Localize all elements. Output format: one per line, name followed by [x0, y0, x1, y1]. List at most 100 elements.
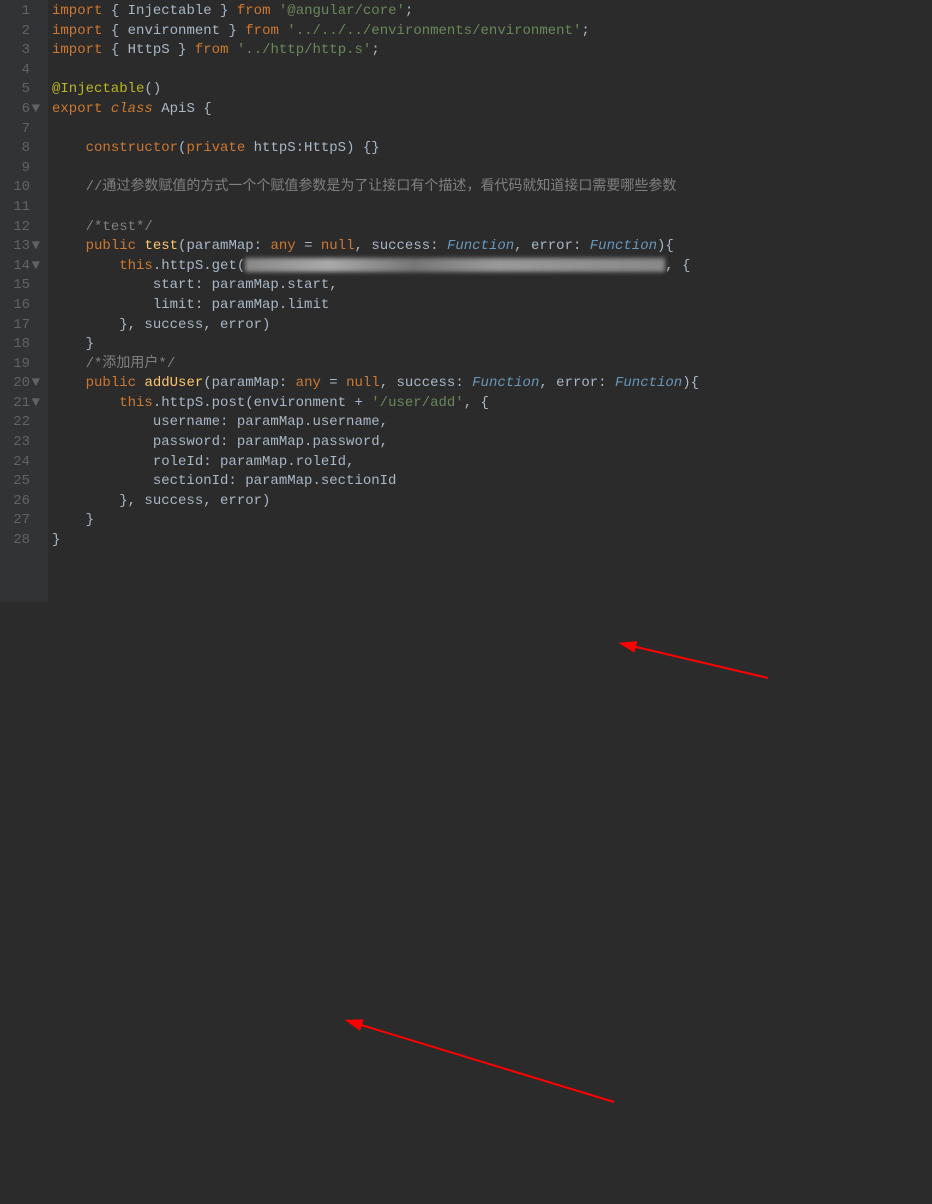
code-line[interactable]: } [48, 511, 932, 531]
fold-marker[interactable]: ▼ [30, 237, 40, 257]
fold-marker[interactable]: ▼ [30, 257, 40, 277]
code-line[interactable]: username: paramMap.username, [48, 413, 932, 433]
line-number-text: 12 [13, 219, 30, 235]
code-token: () [144, 81, 161, 97]
fold-marker[interactable]: ▼ [30, 374, 40, 394]
code-token: ApiS [161, 101, 195, 117]
code-line[interactable]: } [48, 335, 932, 355]
code-line[interactable]: } [48, 531, 932, 551]
code-line[interactable]: //通过参数赋值的方式一个个赋值参数是为了让接口有个描述，看代码就知道接口需要哪… [48, 178, 932, 198]
line-number-text: 15 [13, 277, 30, 293]
code-token: Function [472, 375, 539, 391]
line-number: 6▼ [12, 100, 40, 120]
line-number-text: 25 [13, 473, 30, 489]
line-number-text: 8 [22, 140, 30, 156]
code-token: password: paramMap.password, [52, 434, 388, 450]
code-token: '@angular/core' [279, 3, 405, 19]
code-token: class [111, 101, 153, 117]
line-number: 18 [12, 335, 40, 355]
code-token: public [86, 375, 136, 391]
code-token [153, 101, 161, 117]
code-token: Injectable [128, 3, 212, 19]
line-number: 23 [12, 433, 40, 453]
code-line[interactable]: public test(paramMap: any = null, succes… [48, 237, 932, 257]
code-line[interactable]: export class ApiS { [48, 100, 932, 120]
code-area[interactable]: import { Injectable } from '@angular/cor… [48, 0, 932, 602]
code-token: @Injectable [52, 81, 144, 97]
fold-marker[interactable]: ▼ [30, 394, 40, 414]
code-line[interactable]: public addUser(paramMap: any = null, suc… [48, 374, 932, 394]
code-token: }, success, error) [52, 493, 270, 509]
code-token: null [321, 238, 355, 254]
line-number-text: 14 [13, 258, 30, 274]
code-line[interactable] [48, 61, 932, 81]
code-token: , { [665, 258, 690, 274]
line-number-text: 6 [22, 101, 30, 117]
line-number-text: 26 [13, 493, 30, 509]
fold-marker[interactable]: ▼ [30, 100, 40, 120]
code-token: '../../../environments/environment' [287, 23, 581, 39]
line-number-text: 16 [13, 297, 30, 313]
line-number: 28 [12, 531, 40, 551]
code-line[interactable] [48, 198, 932, 218]
line-number: 8 [12, 139, 40, 159]
code-line[interactable]: password: paramMap.password, [48, 433, 932, 453]
line-number-text: 7 [22, 121, 30, 137]
code-token: private [186, 140, 245, 156]
code-token: , success: [355, 238, 447, 254]
code-token [52, 395, 119, 411]
code-token [52, 356, 86, 372]
line-number: 1 [12, 2, 40, 22]
code-line[interactable]: }, success, error) [48, 316, 932, 336]
code-token: constructor [86, 140, 178, 156]
line-number: 22 [12, 413, 40, 433]
code-token: } [220, 23, 245, 39]
code-token: , success: [380, 375, 472, 391]
line-number: 4 [12, 61, 40, 81]
line-number: 15 [12, 276, 40, 296]
code-token: import [52, 42, 102, 58]
code-line[interactable]: import { HttpS } from '../http/http.s'; [48, 41, 932, 61]
code-token: Function [615, 375, 682, 391]
code-token: } [52, 532, 60, 548]
code-token: sectionId: paramMap.sectionId [52, 473, 396, 489]
code-line[interactable]: @Injectable() [48, 80, 932, 100]
code-line[interactable]: /*添加用户*/ [48, 355, 932, 375]
code-line[interactable]: limit: paramMap.limit [48, 296, 932, 316]
code-line[interactable]: }, success, error) [48, 492, 932, 512]
code-line[interactable]: /*test*/ [48, 218, 932, 238]
code-token: } [52, 336, 94, 352]
code-token: export [52, 101, 102, 117]
code-token: /*test*/ [86, 219, 153, 235]
code-token: } [170, 42, 195, 58]
code-line[interactable]: this.httpS.post(environment + '/user/add… [48, 394, 932, 414]
code-line[interactable]: constructor(private httpS:HttpS) {} [48, 139, 932, 159]
code-line[interactable]: import { Injectable } from '@angular/cor… [48, 2, 932, 22]
line-number: 26 [12, 492, 40, 512]
code-token [52, 179, 86, 195]
code-line[interactable]: roleId: paramMap.roleId, [48, 453, 932, 473]
line-number: 9 [12, 159, 40, 179]
line-number: 21▼ [12, 394, 40, 414]
code-line[interactable]: this.httpS.get(, { [48, 257, 932, 277]
code-line[interactable]: start: paramMap.start, [48, 276, 932, 296]
code-line[interactable]: sectionId: paramMap.sectionId [48, 472, 932, 492]
code-token [52, 219, 86, 235]
code-line[interactable]: import { environment } from '../../../en… [48, 22, 932, 42]
code-token: , { [464, 395, 489, 411]
code-line[interactable] [48, 120, 932, 140]
annotation-arrow [358, 1024, 614, 1102]
code-token: roleId: paramMap.roleId, [52, 454, 354, 470]
code-token: { [102, 3, 127, 19]
code-line[interactable] [48, 159, 932, 179]
line-number-text: 18 [13, 336, 30, 352]
line-number-text: 20 [13, 375, 30, 391]
code-token: , error: [514, 238, 590, 254]
code-token [52, 238, 86, 254]
line-number-text: 23 [13, 434, 30, 450]
code-token: }, success, error) [52, 317, 270, 333]
code-token: Function [447, 238, 514, 254]
line-number: 3 [12, 41, 40, 61]
code-token: from [237, 3, 271, 19]
code-token: test [144, 238, 178, 254]
